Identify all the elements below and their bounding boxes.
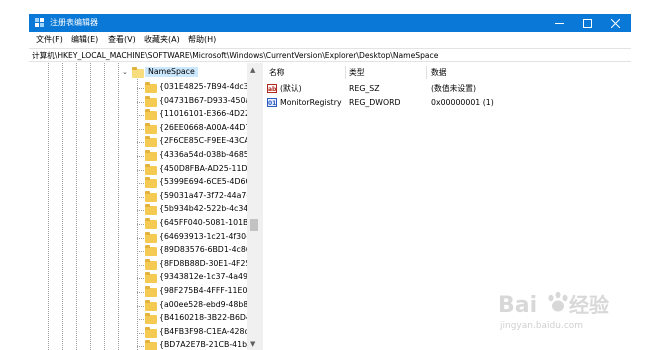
folder-icon	[145, 177, 157, 189]
scroll-thumb[interactable]	[250, 219, 258, 231]
folder-open-icon	[132, 67, 144, 78]
menu-bar: 文件(F) 编辑(E) 查看(V) 收藏夹(A) 帮助(H)	[29, 33, 631, 47]
value-row[interactable]: 01 MonitorRegistry REG_DWORD 0x00000001 …	[263, 96, 631, 110]
tree-item-label: {59031a47-3f72-44a7-	[159, 190, 250, 200]
value-data: (数值未设置)	[431, 84, 477, 93]
close-button[interactable]	[601, 14, 629, 32]
tree-item-label: {4336a54d-038b-4685-	[159, 150, 252, 159]
menu-edit[interactable]: 编辑(E)	[71, 35, 98, 45]
registry-editor-icon	[35, 18, 44, 27]
value-name: MonitorRegistry	[280, 98, 342, 107]
column-header-data[interactable]: 数据	[431, 68, 447, 78]
tree-item-label: {a00ee528-ebd9-48b8	[159, 299, 249, 309]
tree-item-label: {5b934b42-522b-4c34-	[159, 204, 252, 214]
tree-item-label: {98F275B4-4FFF-11E0-	[159, 286, 251, 295]
folder-icon	[145, 299, 157, 311]
value-name: (默认)	[280, 84, 302, 93]
svg-text:经验: 经验	[569, 293, 609, 317]
folder-icon	[145, 326, 157, 338]
folder-icon	[145, 258, 157, 270]
folder-icon	[145, 122, 157, 134]
folder-icon	[145, 204, 157, 216]
column-header-name[interactable]: 名称	[269, 68, 285, 78]
menu-view[interactable]: 查看(V)	[108, 35, 136, 45]
maximize-icon	[582, 18, 592, 28]
menu-file[interactable]: 文件(F)	[36, 35, 63, 45]
dword-value-icon: 01	[267, 98, 277, 107]
folder-icon	[145, 95, 157, 107]
tree-item[interactable]: {BD7A2E7B-21CB-41b2	[29, 339, 261, 350]
column-separator[interactable]	[426, 66, 427, 79]
tree-item-label: {BD7A2E7B-21CB-41b2	[159, 340, 252, 350]
tree-item-label: {11016101-E366-4D22-	[159, 109, 253, 119]
tree-item-label: {8FD8B88D-30E1-4F25	[159, 258, 251, 268]
folder-icon	[145, 272, 157, 284]
tree-item-label: {B4160218-3B22-B6D4	[159, 313, 251, 323]
tree-item-label: {645FF040-5081-101B-	[159, 218, 252, 227]
tree-item-label: {5399E694-6CE5-4D6C	[159, 177, 251, 187]
tree-item-label: {2F6CE85C-F9EE-43CA-	[159, 136, 253, 146]
svg-text:Bai: Bai	[498, 293, 537, 318]
minimize-button[interactable]	[545, 14, 573, 32]
folder-icon	[145, 340, 157, 350]
baidu-jingyan-watermark: Bai 经验 jingyan.baidu.com	[498, 288, 638, 338]
value-type: REG_DWORD	[349, 98, 401, 107]
baidu-logo-icon: Bai 经验 jingyan.baidu.com	[498, 291, 609, 331]
column-separator[interactable]	[345, 66, 346, 79]
value-data: 0x00000001 (1)	[431, 98, 494, 107]
string-value-icon: ab	[267, 84, 277, 93]
folder-icon	[145, 313, 157, 325]
menu-help[interactable]: 帮助(H)	[188, 35, 216, 45]
tree-item-label: {26EE0668-A00A-44D7	[159, 122, 251, 132]
address-path[interactable]: 计算机\HKEY_LOCAL_MACHINE\SOFTWARE\Microsof…	[32, 51, 438, 61]
watermark-url: jingyan.baidu.com	[499, 321, 583, 331]
tree-item-label: {450D8FBA-AD25-11D0	[159, 163, 253, 173]
folder-icon	[145, 109, 157, 121]
folder-icon	[145, 231, 157, 243]
folder-icon	[145, 82, 157, 93]
tree-item-namespace[interactable]: ⌄ NameSpace	[29, 65, 261, 81]
tree-item-label: {89D83576-6BD1-4c86	[159, 245, 251, 255]
minimize-icon	[554, 22, 564, 24]
tree-item-label: {64693913-1c21-4f30-a	[159, 231, 254, 241]
folder-icon	[145, 245, 157, 257]
column-header-type[interactable]: 类型	[349, 68, 365, 78]
tree-scrollbar[interactable]: ▲ ▼	[247, 63, 261, 350]
scroll-up-icon[interactable]: ▲	[250, 66, 255, 74]
maximize-button[interactable]	[573, 14, 601, 32]
folder-icon	[145, 163, 157, 175]
folder-icon	[145, 190, 157, 202]
folder-icon	[145, 286, 157, 297]
folder-icon	[145, 150, 157, 161]
tree-item-label: {04731B67-D933-450a	[159, 95, 251, 105]
tree-item-label: NameSpace	[145, 67, 198, 77]
tree-item-label: {B4FB3F98-C1EA-428d	[159, 326, 250, 336]
key-tree[interactable]: ⌄ NameSpace {031E4825-7B94-4dc3- {04731B6…	[29, 63, 261, 350]
value-row[interactable]: ab (默认) REG_SZ (数值未设置)	[263, 82, 631, 96]
address-bar[interactable]: 计算机\HKEY_LOCAL_MACHINE\SOFTWARE\Microsof…	[29, 48, 631, 62]
window-title: 注册表编辑器	[50, 18, 98, 27]
tree-item-label: {9343812e-1c37-4a49-	[159, 272, 251, 282]
close-icon	[610, 18, 620, 28]
menu-favorites[interactable]: 收藏夹(A)	[144, 35, 180, 45]
scroll-down-icon[interactable]: ▼	[250, 340, 255, 348]
folder-icon	[145, 136, 157, 148]
chevron-down-icon[interactable]: ⌄	[122, 68, 128, 76]
folder-icon	[145, 218, 157, 229]
value-type: REG_SZ	[349, 84, 380, 93]
title-bar: 注册表编辑器	[29, 14, 631, 32]
tree-item-label: {031E4825-7B94-4dc3-	[159, 82, 252, 91]
